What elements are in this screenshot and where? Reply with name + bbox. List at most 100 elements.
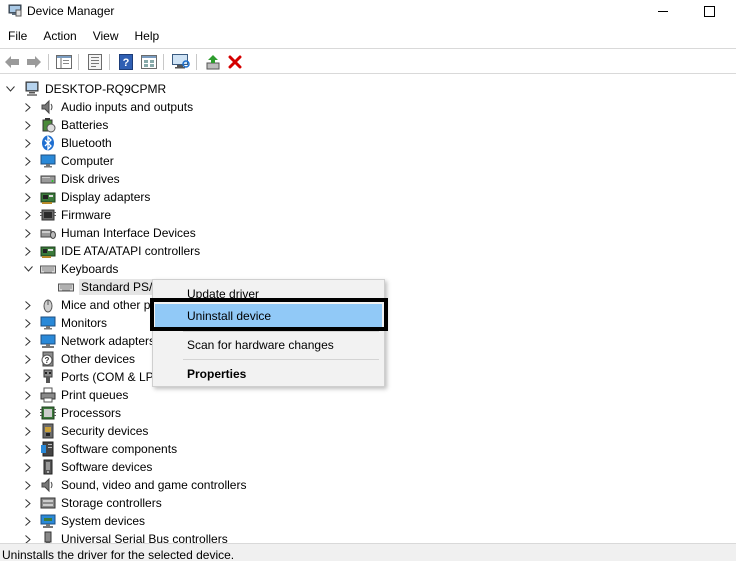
tree-category-human-interface-devices[interactable]: Human Interface Devices: [22, 224, 196, 242]
tree-category-mice-and-other-p[interactable]: Mice and other p: [22, 296, 150, 314]
menu-file[interactable]: File: [0, 27, 35, 45]
disk-icon: [40, 171, 56, 187]
chevron-right-icon[interactable]: [22, 422, 34, 440]
tree-root[interactable]: DESKTOP-RQ9CPMR: [4, 80, 166, 98]
chevron-right-icon[interactable]: [22, 206, 34, 224]
tree-category-processors[interactable]: Processors: [22, 404, 121, 422]
chevron-right-icon[interactable]: [22, 368, 34, 386]
help-icon[interactable]: ?: [117, 53, 135, 71]
maximize-button[interactable]: [686, 0, 732, 22]
security-icon: [40, 423, 56, 439]
tree-category-ports-com-lp[interactable]: Ports (COM & LP: [22, 368, 154, 386]
chevron-right-icon[interactable]: [22, 98, 34, 116]
chevron-right-icon[interactable]: [22, 116, 34, 134]
tree-category-label: Batteries: [61, 118, 109, 132]
tree-category-firmware[interactable]: Firmware: [22, 206, 111, 224]
menu-view[interactable]: View: [85, 27, 127, 45]
chevron-down-icon[interactable]: [4, 80, 16, 98]
tree-category-network-adapters[interactable]: Network adapters: [22, 332, 155, 350]
toolbar-separator: [196, 54, 197, 70]
show-hide-console-tree-icon[interactable]: [55, 53, 73, 71]
tree-category-software-components[interactable]: Software components: [22, 440, 177, 458]
chevron-right-icon[interactable]: [22, 170, 34, 188]
tree-category-security-devices[interactable]: Security devices: [22, 422, 148, 440]
tree-category-label: System devices: [61, 514, 146, 528]
tree-category-label: Audio inputs and outputs: [61, 100, 194, 114]
speaker-icon: [40, 99, 56, 115]
tree-category-batteries[interactable]: Batteries: [22, 116, 108, 134]
tree-category-keyboards[interactable]: Keyboards: [22, 260, 118, 278]
scan-hardware-icon[interactable]: [172, 53, 190, 71]
tree-category-label: Human Interface Devices: [61, 226, 196, 240]
menu-item-uninstall-device[interactable]: Uninstall device: [155, 304, 382, 328]
chevron-right-icon[interactable]: [22, 296, 34, 314]
tree-category-label: Software devices: [61, 460, 153, 474]
tree-category-audio-inputs-and-outputs[interactable]: Audio inputs and outputs: [22, 98, 193, 116]
svg-text:?: ?: [45, 356, 50, 365]
chevron-right-icon[interactable]: [22, 314, 34, 332]
software-device-icon: [40, 459, 56, 475]
chevron-right-icon[interactable]: [22, 512, 34, 530]
minimize-button[interactable]: [640, 0, 686, 22]
window-title: Device Manager: [27, 4, 115, 18]
tree-category-ide-ata-atapi-controllers[interactable]: IDE ATA/ATAPI controllers: [22, 242, 200, 260]
processor-icon: [40, 405, 56, 421]
chevron-right-icon[interactable]: [22, 476, 34, 494]
network-icon: [40, 333, 56, 349]
forward-icon[interactable]: [25, 53, 43, 71]
chevron-right-icon[interactable]: [22, 224, 34, 242]
tree-category-computer[interactable]: Computer: [22, 152, 114, 170]
tree-category-label: Network adapters: [61, 334, 156, 348]
tree-category-system-devices[interactable]: System devices: [22, 512, 145, 530]
chevron-right-icon[interactable]: [22, 242, 34, 260]
chevron-right-icon[interactable]: [22, 134, 34, 152]
tree-category-software-devices[interactable]: Software devices: [22, 458, 152, 476]
chevron-right-icon[interactable]: [22, 386, 34, 404]
tree-category-monitors[interactable]: Monitors: [22, 314, 107, 332]
toolbar-separator: [78, 54, 79, 70]
tree-category-label: Computer: [61, 154, 114, 168]
chevron-right-icon[interactable]: [22, 332, 34, 350]
tree-category-print-queues[interactable]: Print queues: [22, 386, 128, 404]
chevron-right-icon[interactable]: [22, 458, 34, 476]
chevron-right-icon[interactable]: [22, 152, 34, 170]
uninstall-icon[interactable]: [226, 53, 244, 71]
back-icon[interactable]: [3, 53, 21, 71]
update-driver-icon[interactable]: [204, 53, 222, 71]
system-icon: [40, 513, 56, 529]
menu-help[interactable]: Help: [127, 27, 168, 45]
tree-category-label: Display adapters: [61, 190, 151, 204]
menu-item-update-driver[interactable]: Update driver: [155, 282, 382, 306]
properties-icon[interactable]: [86, 53, 104, 71]
view-icon[interactable]: [140, 53, 158, 71]
tree-category-disk-drives[interactable]: Disk drives: [22, 170, 120, 188]
menu-item-properties[interactable]: Properties: [155, 362, 382, 386]
tree-category-sound-video-and-game-controllers[interactable]: Sound, video and game controllers: [22, 476, 246, 494]
menu-action[interactable]: Action: [35, 27, 84, 45]
tree-category-display-adapters[interactable]: Display adapters: [22, 188, 150, 206]
status-bar: Uninstalls the driver for the selected d…: [0, 543, 736, 561]
tree-category-label: Ports (COM & LP: [61, 370, 154, 384]
keyboard-icon: [40, 261, 56, 277]
tree-category-storage-controllers[interactable]: Storage controllers: [22, 494, 162, 512]
tree-category-other-devices[interactable]: ? Other devices: [22, 350, 135, 368]
menu-item-scan-hardware[interactable]: Scan for hardware changes: [155, 333, 382, 357]
tree-category-label: Sound, video and game controllers: [61, 478, 247, 492]
tree-category-label: Print queues: [61, 388, 129, 402]
tree-device-standard-ps2-keyboard[interactable]: Standard PS/2: [58, 278, 162, 296]
chevron-right-icon[interactable]: [22, 188, 34, 206]
chevron-right-icon[interactable]: [22, 494, 34, 512]
tree-category-label: Processors: [61, 406, 122, 420]
tree-category-universal-serial-bus-controllers[interactable]: Universal Serial Bus controllers: [22, 530, 228, 543]
chevron-right-icon[interactable]: [22, 350, 34, 368]
chevron-right-icon[interactable]: [22, 530, 34, 543]
chevron-right-icon[interactable]: [22, 404, 34, 422]
menu-item-label: Uninstall device: [187, 309, 272, 323]
hid-icon: [40, 225, 56, 241]
chevron-down-icon[interactable]: [22, 260, 34, 278]
tree-category-bluetooth[interactable]: Bluetooth: [22, 134, 112, 152]
menu-bar: File Action View Help: [0, 27, 736, 47]
unknown-device-icon: ?: [40, 351, 56, 367]
tree-category-label: Monitors: [61, 316, 108, 330]
chevron-right-icon[interactable]: [22, 440, 34, 458]
